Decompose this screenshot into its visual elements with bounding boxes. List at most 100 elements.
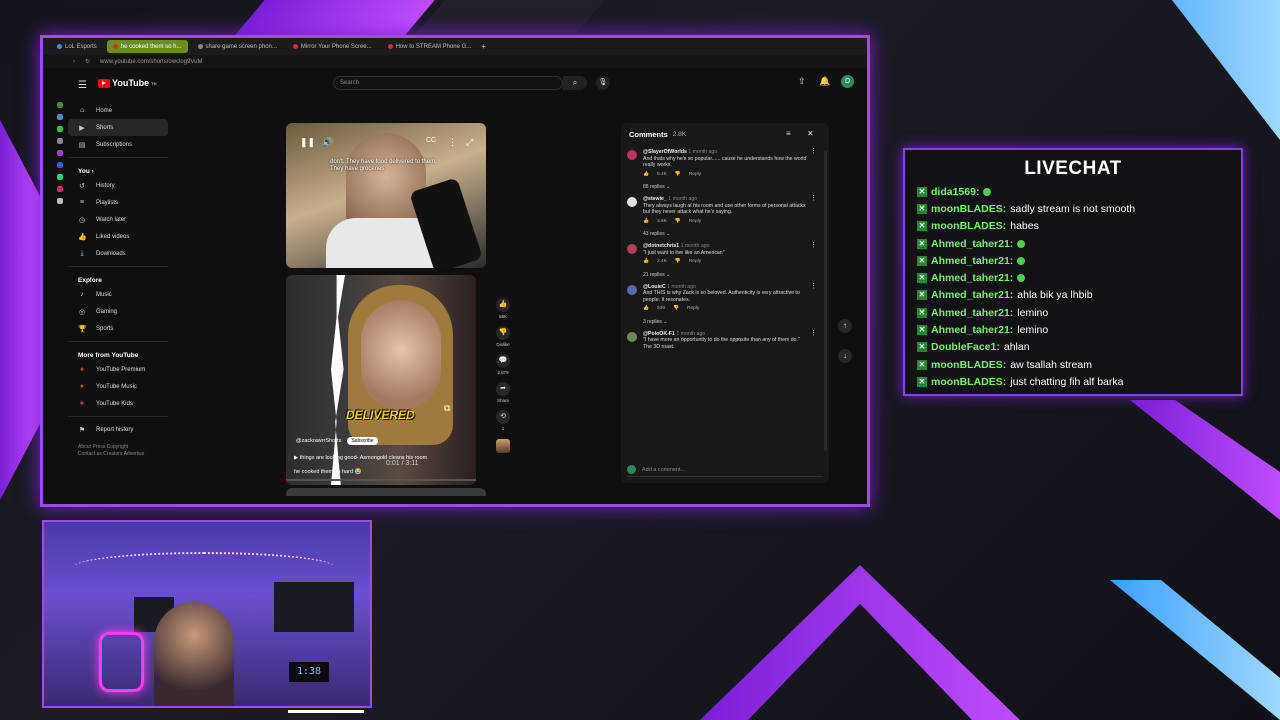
url-text[interactable]: www.youtube.com/shorts/owclog9VuM bbox=[100, 59, 203, 65]
extension-icon[interactable] bbox=[57, 126, 63, 132]
comment-author[interactable]: @dotnetchris1 bbox=[643, 243, 679, 249]
like-icon[interactable]: 👍 bbox=[643, 306, 649, 313]
video-progress-bar[interactable] bbox=[286, 479, 476, 481]
new-tab-button[interactable]: + bbox=[481, 42, 486, 51]
browser-tab-active[interactable]: he cooked them so h... bbox=[106, 40, 188, 53]
remix-icon[interactable]: ⟲ bbox=[496, 410, 510, 424]
subscribe-button[interactable]: Subscribe bbox=[347, 437, 378, 445]
like-icon[interactable]: 👍 bbox=[643, 172, 649, 179]
channel-name[interactable]: @zackrawrrShorts bbox=[296, 438, 341, 444]
mic-icon[interactable]: 🎙 bbox=[596, 76, 610, 90]
previous-short-icon[interactable]: ↑ bbox=[838, 319, 852, 333]
comment-author[interactable]: @PoloOK-F1 bbox=[643, 331, 675, 337]
like-icon[interactable]: 👍 bbox=[643, 259, 649, 266]
search-input[interactable]: Search bbox=[333, 76, 563, 90]
sidebar-item-home[interactable]: ⌂ Home bbox=[68, 102, 168, 119]
reply-button[interactable]: Reply bbox=[689, 172, 701, 179]
footer-links[interactable]: Contact us Creators Advertise bbox=[78, 451, 168, 458]
short-video-next[interactable] bbox=[286, 488, 486, 496]
close-icon[interactable]: ✕ bbox=[807, 129, 814, 138]
pip-icon[interactable]: ⧉ bbox=[444, 403, 450, 414]
browser-tab[interactable]: share game screen phon... bbox=[192, 40, 283, 53]
sound-thumbnail[interactable] bbox=[496, 439, 510, 453]
reply-button[interactable]: Reply bbox=[689, 259, 701, 266]
sidebar-item-subscriptions[interactable]: ▤ Subscriptions bbox=[68, 136, 168, 153]
dislike-icon[interactable]: 👎 bbox=[673, 306, 679, 313]
avatar[interactable]: D bbox=[841, 75, 854, 88]
bell-icon[interactable]: 🔔 bbox=[819, 76, 830, 87]
sidebar-item-watch-later[interactable]: ◷ Watch later bbox=[68, 211, 168, 228]
short-video-previous[interactable]: don't. They have food delivered to them.… bbox=[286, 123, 486, 268]
more-icon[interactable]: ⋮ bbox=[448, 137, 457, 148]
extension-icon[interactable] bbox=[57, 174, 63, 180]
avatar[interactable] bbox=[627, 244, 637, 254]
share-icon[interactable]: ➦ bbox=[496, 382, 510, 396]
browser-tab[interactable]: LoL Esports bbox=[51, 40, 103, 53]
more-icon[interactable]: ⋮ bbox=[810, 242, 817, 250]
replies-toggle[interactable]: 21 replies ⌄ bbox=[643, 272, 821, 278]
sidebar-item-youtube-music[interactable]: ● YouTube Music bbox=[68, 378, 168, 395]
sidebar-item-shorts[interactable]: ▶ Shorts bbox=[68, 119, 168, 136]
extension-icon[interactable] bbox=[57, 114, 63, 120]
reply-button[interactable]: Reply bbox=[687, 306, 699, 313]
short-video-current[interactable]: DELIVERED ⧉ @zackrawrrShorts Subscribe ▶… bbox=[286, 275, 476, 485]
search-icon[interactable]: ⌕ bbox=[563, 76, 587, 90]
more-icon[interactable]: ⋮ bbox=[810, 195, 817, 203]
browser-tab[interactable]: How to STREAM Phone G... bbox=[382, 40, 478, 53]
avatar[interactable] bbox=[627, 197, 637, 207]
like-icon[interactable]: 👍 bbox=[496, 298, 510, 312]
sort-icon[interactable]: ≡ bbox=[786, 129, 791, 138]
avatar[interactable] bbox=[627, 331, 637, 342]
pause-icon[interactable]: ❚❚ bbox=[300, 137, 315, 148]
footer-links[interactable]: About Press Copyright bbox=[78, 444, 168, 451]
sidebar-item-history[interactable]: ↺ History bbox=[68, 177, 168, 194]
dislike-icon[interactable]: 👎 bbox=[675, 172, 681, 179]
extension-icon[interactable] bbox=[57, 138, 63, 144]
dislike-icon[interactable]: 👎 bbox=[496, 326, 510, 340]
add-comment-field[interactable]: Add a comment... bbox=[627, 465, 823, 477]
sidebar-item-liked-videos[interactable]: 👍 Liked videos bbox=[68, 228, 168, 245]
menu-icon[interactable]: ☰ bbox=[78, 80, 87, 91]
more-icon[interactable]: ⋮ bbox=[810, 148, 817, 156]
youtube-logo[interactable]: YouTube TH bbox=[98, 78, 157, 88]
scrollbar[interactable] bbox=[824, 151, 827, 451]
fullscreen-icon[interactable]: ⤢ bbox=[466, 137, 473, 148]
comment-author[interactable]: @SlayerOfWorlds bbox=[643, 149, 687, 155]
sidebar-item-youtube-kids[interactable]: ● YouTube Kids bbox=[68, 395, 168, 412]
reply-button[interactable]: Reply bbox=[689, 219, 701, 226]
extension-icon[interactable] bbox=[57, 198, 63, 204]
extension-icon[interactable] bbox=[57, 150, 63, 156]
extension-icon[interactable] bbox=[57, 162, 63, 168]
upload-icon[interactable]: ⇧ bbox=[798, 76, 806, 87]
browser-tab[interactable]: Mirror Your Phone Scree... bbox=[287, 40, 378, 53]
replies-toggle[interactable]: 88 replies ⌄ bbox=[643, 184, 821, 190]
sidebar-item-music[interactable]: ♪ Music bbox=[68, 286, 168, 303]
sidebar-item-gaming[interactable]: ◎ Gaming bbox=[68, 303, 168, 320]
replies-toggle[interactable]: 3 replies ⌄ bbox=[643, 319, 821, 325]
sidebar-item-playlists[interactable]: ≡ Playlists bbox=[68, 194, 168, 211]
extension-icon[interactable] bbox=[57, 186, 63, 192]
more-icon[interactable]: ⋮ bbox=[810, 283, 817, 291]
comment-icon[interactable]: 💬 bbox=[496, 354, 510, 368]
sidebar-item-youtube-premium[interactable]: ● YouTube Premium bbox=[68, 361, 168, 378]
more-icon[interactable]: ⋮ bbox=[810, 330, 817, 338]
replies-toggle[interactable]: 43 replies ⌄ bbox=[643, 231, 821, 237]
comment-author[interactable]: @stewie_ bbox=[643, 196, 667, 202]
extension-icon[interactable] bbox=[57, 102, 63, 108]
sidebar-item-report-history[interactable]: ⚑ Report history bbox=[68, 421, 168, 438]
avatar[interactable] bbox=[627, 150, 637, 160]
volume-icon[interactable]: 🔊 bbox=[322, 137, 333, 148]
captions-icon[interactable]: CC bbox=[426, 137, 436, 144]
comment-author[interactable]: @LouieC bbox=[643, 284, 666, 290]
sidebar-item-sports[interactable]: 🏆 Sports bbox=[68, 320, 168, 337]
dislike-icon[interactable]: 👎 bbox=[675, 259, 681, 266]
dislike-icon[interactable]: 👎 bbox=[675, 219, 681, 226]
address-bar[interactable]: ‹ ↻ www.youtube.com/shorts/owclog9VuM bbox=[43, 55, 867, 68]
next-short-icon[interactable]: ↓ bbox=[838, 349, 852, 363]
avatar[interactable] bbox=[627, 284, 637, 295]
sidebar-heading-you[interactable]: You › bbox=[68, 162, 168, 177]
back-icon[interactable]: ‹ bbox=[73, 59, 75, 65]
like-icon[interactable]: 👍 bbox=[643, 219, 649, 226]
reload-icon[interactable]: ↻ bbox=[85, 58, 90, 65]
sidebar-item-downloads[interactable]: ⤓ Downloads bbox=[68, 245, 168, 262]
